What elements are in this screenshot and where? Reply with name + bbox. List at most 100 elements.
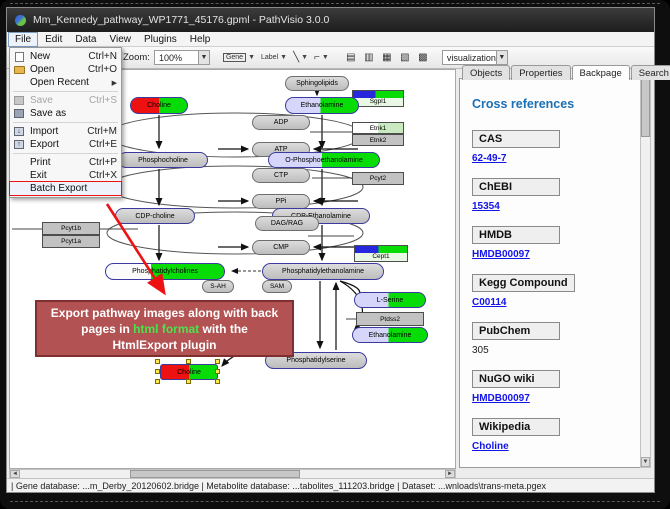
- node-phosphatidylcholines[interactable]: Phosphatidylcholines: [105, 263, 225, 280]
- file-menu-exit[interactable]: ExitCtrl+X: [10, 169, 121, 182]
- selection-handle[interactable]: [215, 369, 220, 374]
- menu-plugins[interactable]: Plugins: [138, 33, 183, 46]
- frame-top-dash: [10, 3, 660, 4]
- selection-handle[interactable]: [186, 359, 191, 364]
- node-cmp[interactable]: CMP: [252, 240, 310, 255]
- cross-reference-link[interactable]: C00114: [472, 297, 506, 308]
- node-ethanolamine-2[interactable]: Ethanolamine: [352, 327, 428, 343]
- draw-line-button[interactable]: ╲▼: [290, 49, 311, 66]
- node-choline[interactable]: Choline: [130, 97, 188, 114]
- node-etnk1[interactable]: Etnk1: [352, 122, 404, 134]
- file-menu-print[interactable]: PrintCtrl+P: [10, 156, 121, 169]
- scroll-right-icon[interactable]: ►: [445, 470, 455, 478]
- selection-handle[interactable]: [186, 379, 191, 384]
- node-phosphatidylethanolamine[interactable]: Phosphatidylethanolamine: [262, 263, 384, 280]
- file-menu-save[interactable]: SaveCtrl+S: [10, 94, 121, 107]
- save-icon: [13, 96, 25, 106]
- annotation-callout: Export pathway images along with back pa…: [35, 300, 294, 357]
- backpage-section-nugo: NuGO wiki HMDB00097: [472, 369, 640, 404]
- backpage-section-kegg: Kegg Compound C00114: [472, 273, 640, 308]
- visualization-combobox[interactable]: visualization ▼: [442, 50, 508, 65]
- node-l-serine[interactable]: L-Serine: [354, 292, 426, 308]
- file-menu-open-recent[interactable]: Open Recent▶: [10, 76, 121, 89]
- selection-handle[interactable]: [155, 359, 160, 364]
- node-s-ah[interactable]: S-AH: [202, 280, 234, 293]
- chevron-down-icon[interactable]: ▼: [301, 54, 308, 61]
- cross-reference-link[interactable]: 15354: [472, 201, 500, 212]
- label-icon: Label: [261, 54, 278, 61]
- annotation-line2: pages in html format with the: [81, 321, 248, 337]
- chevron-down-icon[interactable]: ▼: [198, 51, 209, 64]
- node-sphingolipids[interactable]: Sphingolipids: [285, 76, 349, 91]
- node-ctp[interactable]: CTP: [252, 168, 310, 183]
- menu-edit[interactable]: Edit: [39, 33, 68, 46]
- visualization-value: visualization: [447, 53, 496, 63]
- side-panel-scrollbar[interactable]: ▲ ▼: [640, 65, 651, 468]
- file-menu-batch-export[interactable]: Batch Export: [10, 182, 121, 195]
- node-ptdss2[interactable]: Ptdss2: [356, 312, 424, 326]
- import-icon: ↓: [13, 127, 25, 137]
- selection-handle[interactable]: [215, 379, 220, 384]
- menu-help[interactable]: Help: [184, 33, 217, 46]
- node-pcyt2[interactable]: Pcyt2: [352, 172, 404, 185]
- selection-handle[interactable]: [155, 369, 160, 374]
- chevron-down-icon[interactable]: ▼: [248, 54, 255, 61]
- section-header: Wikipedia: [472, 418, 560, 436]
- node-ppi[interactable]: PPi: [252, 194, 310, 209]
- scrollbar-thumb[interactable]: [130, 470, 300, 478]
- add-label-button[interactable]: Label▼: [258, 49, 290, 66]
- cross-reference-link[interactable]: HMDB00097: [472, 249, 530, 260]
- menu-data[interactable]: Data: [69, 33, 102, 46]
- app-icon: [15, 15, 26, 26]
- file-menu-new[interactable]: NewCtrl+N: [10, 50, 121, 63]
- scroll-down-icon[interactable]: ▼: [641, 457, 650, 467]
- distribute-vertical-button[interactable]: ▧: [396, 49, 414, 66]
- file-menu-import[interactable]: ↓ ImportCtrl+M: [10, 125, 121, 138]
- node-choline-selected[interactable]: Choline: [160, 364, 218, 380]
- node-pcyt1b[interactable]: Pcyt1b: [42, 222, 100, 235]
- node-ethanolamine[interactable]: Ethanolamine: [285, 97, 359, 114]
- annotation-line1: Export pathway images along with back: [51, 305, 278, 321]
- cross-reference-link[interactable]: HMDB00097: [472, 393, 530, 404]
- node-sgpl1[interactable]: Sgpl1: [352, 90, 404, 107]
- stack-button[interactable]: ▩: [414, 49, 432, 66]
- node-dag[interactable]: DAG/RAG: [255, 216, 319, 231]
- align-center-button[interactable]: ▤: [342, 49, 360, 66]
- node-phosphocholine[interactable]: Phosphocholine: [118, 152, 208, 168]
- menu-file[interactable]: File: [8, 32, 38, 47]
- tab-search[interactable]: Search: [631, 65, 670, 80]
- node-o-phosphoethanolamine[interactable]: O-Phosphoethanolamine: [268, 152, 380, 168]
- zoom-combobox[interactable]: 100% ▼: [154, 50, 210, 65]
- scroll-left-icon[interactable]: ◄: [10, 470, 20, 478]
- tab-properties[interactable]: Properties: [511, 65, 570, 80]
- file-menu-export[interactable]: ↑ ExportCtrl+E: [10, 138, 121, 151]
- scrollbar-thumb[interactable]: [641, 77, 650, 137]
- file-menu-open[interactable]: OpenCtrl+O: [10, 63, 121, 76]
- node-cdp-choline[interactable]: CDP-choline: [115, 208, 195, 224]
- node-sam[interactable]: SAM: [262, 280, 292, 293]
- tab-objects[interactable]: Objects: [462, 65, 510, 80]
- cross-reference-link[interactable]: 62-49-7: [472, 153, 506, 164]
- selection-handle[interactable]: [155, 379, 160, 384]
- add-datanode-button[interactable]: Gene▼: [220, 49, 258, 66]
- node-cept1[interactable]: Cept1: [354, 245, 408, 262]
- node-adp[interactable]: ADP: [252, 115, 310, 130]
- chevron-down-icon[interactable]: ▼: [496, 51, 507, 64]
- title-bar[interactable]: Mm_Kennedy_pathway_WP1771_45176.gpml - P…: [7, 8, 654, 32]
- open-folder-icon: [13, 65, 25, 75]
- align-middle-button[interactable]: ▥: [360, 49, 378, 66]
- distribute-horizontal-icon: ▦: [382, 52, 391, 63]
- cross-reference-link[interactable]: Choline: [472, 441, 509, 452]
- file-menu-save-as[interactable]: Save as: [10, 107, 121, 120]
- chevron-down-icon[interactable]: ▼: [280, 54, 287, 61]
- draw-connector-button[interactable]: ⌐▼: [311, 49, 332, 66]
- tab-backpage[interactable]: Backpage: [572, 65, 630, 80]
- node-etnk2[interactable]: Etnk2: [352, 134, 404, 146]
- distribute-horizontal-button[interactable]: ▦: [378, 49, 396, 66]
- status-text: | Gene database: ...m_Derby_20120602.bri…: [11, 481, 546, 491]
- menu-view[interactable]: View: [103, 33, 137, 46]
- zoom-value: 100%: [159, 53, 182, 63]
- selection-handle[interactable]: [215, 359, 220, 364]
- chevron-down-icon[interactable]: ▼: [322, 54, 329, 61]
- node-pcyt1a[interactable]: Pcyt1a: [42, 235, 100, 248]
